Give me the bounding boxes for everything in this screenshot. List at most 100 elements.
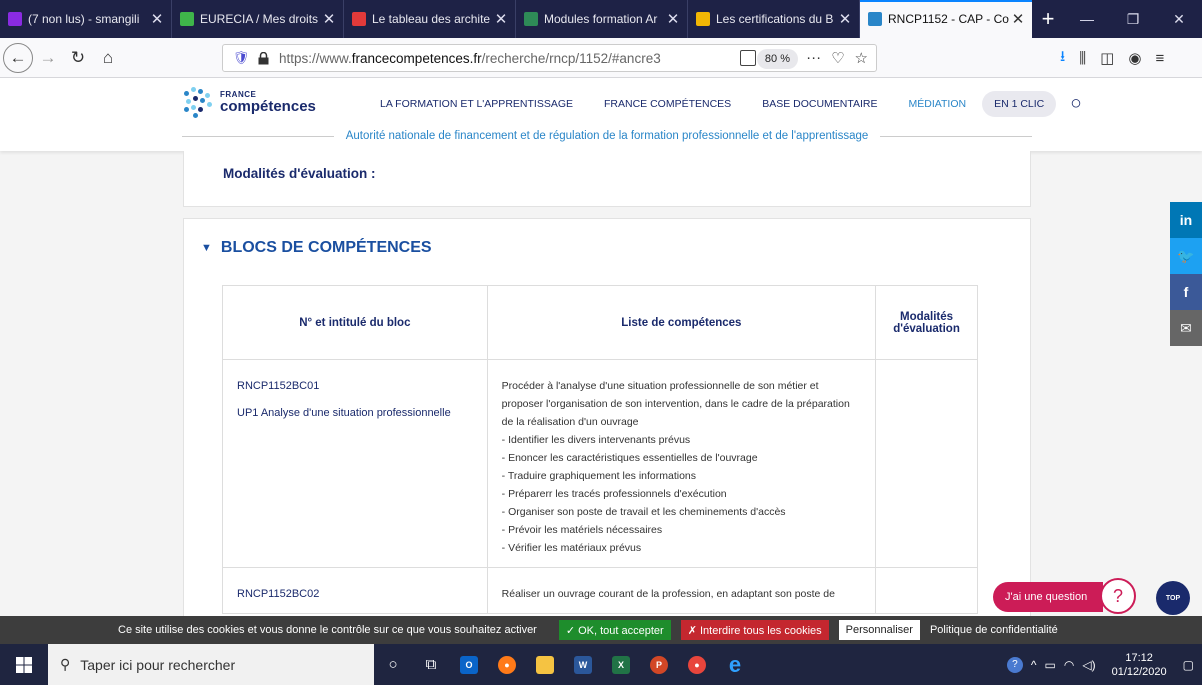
nav-formation[interactable]: LA FORMATION ET L'APPRENTISSAGE — [380, 98, 573, 110]
question-mark-icon[interactable]: ? — [1100, 578, 1136, 614]
lock-icon[interactable] — [255, 50, 271, 66]
twitter-icon[interactable]: 🐦 — [1170, 238, 1202, 274]
question-button[interactable]: J'ai une question — [993, 582, 1103, 612]
nav-france-competences[interactable]: FRANCE COMPÉTENCES — [604, 98, 731, 110]
library-icon[interactable]: ⫼ — [1079, 50, 1086, 67]
blocs-heading: BLOCS DE COMPÉTENCES — [220, 239, 432, 256]
linkedin-icon[interactable]: in — [1170, 202, 1202, 238]
minimize-icon[interactable]: — — [1064, 0, 1110, 38]
forward-button[interactable]: → — [33, 43, 63, 73]
taskbar-search[interactable]: ⚲ Taper ici pour rechercher — [48, 644, 374, 685]
download-icon[interactable]: ⭳ — [1060, 46, 1065, 71]
bloc-code: RNCP1152BC02 — [237, 588, 320, 600]
restore-icon[interactable]: ❐ — [1110, 0, 1156, 38]
blocs-card: ▼ BLOCS DE COMPÉTENCES N° et intitulé du… — [183, 218, 1031, 616]
windows-taskbar: ⚲ Taper ici pour rechercher ○ ⧉ O ● W X … — [0, 644, 1202, 685]
menu-icon[interactable]: ≡ — [1155, 50, 1164, 67]
url-actions: ··· ♡ ☆ — [806, 49, 868, 67]
browser-tab[interactable]: RNCP1152 - CAP - Co ✕ — [860, 0, 1032, 38]
task-view-icon[interactable]: ⧉ — [412, 644, 450, 685]
sidebar-icon[interactable]: ◫ — [1100, 49, 1114, 67]
cortana-icon[interactable]: ○ — [374, 644, 412, 685]
chrome-icon[interactable]: ● — [678, 644, 716, 685]
nav-mediation[interactable]: MÉDIATION — [909, 98, 967, 110]
window-controls: — ❐ ✕ — [1064, 0, 1202, 38]
browser-tab[interactable]: Modules formation Ar ✕ — [516, 0, 688, 38]
powerpoint-icon[interactable]: P — [640, 644, 678, 685]
list-item: - Enoncer les caractéristiques essentiel… — [501, 452, 758, 464]
en-1-clic-button[interactable]: EN 1 CLIC — [982, 91, 1057, 117]
url-bar[interactable]: 🛡 https://www.francecompetences.fr/reche… — [222, 44, 877, 72]
pocket-icon[interactable]: ♡ — [831, 49, 844, 67]
more-actions-icon[interactable]: ··· — [806, 49, 821, 67]
site-header: FRANCE compétences LA FORMATION ET L'APP… — [0, 79, 1202, 151]
close-tab-icon[interactable]: ✕ — [149, 10, 165, 28]
close-window-icon[interactable]: ✕ — [1156, 0, 1202, 38]
navigation-bar: ← → ↻ ⌂ 🛡 https://www.francecompetences.… — [0, 38, 1202, 78]
competences-cell: Procéder à l'analyse d'une situation pro… — [486, 359, 877, 568]
browser-tab[interactable]: (7 non lus) - smangili ✕ — [0, 0, 172, 38]
close-tab-icon[interactable]: ✕ — [321, 10, 337, 28]
firefox-icon[interactable]: ● — [488, 644, 526, 685]
browser-tab[interactable]: Les certifications du B ✕ — [688, 0, 860, 38]
tab-title: EURECIA / Mes droits — [200, 12, 319, 26]
col-header-bloc: N° et intitulé du bloc — [222, 285, 488, 360]
blocs-table: N° et intitulé du bloc Liste de compéten… — [222, 285, 978, 614]
browser-tab[interactable]: EURECIA / Mes droits ✕ — [172, 0, 344, 38]
wifi-icon[interactable]: ◠ — [1064, 658, 1074, 672]
search-icon[interactable]: ○ — [1070, 93, 1081, 115]
close-tab-icon[interactable]: ✕ — [1010, 10, 1026, 28]
browser-tab[interactable]: Le tableau des archite ✕ — [344, 0, 516, 38]
list-item: - Préparerr les tracés professionnels d'… — [501, 488, 727, 500]
home-button[interactable]: ⌂ — [93, 43, 123, 73]
blocs-toggle[interactable]: ▼ BLOCS DE COMPÉTENCES — [201, 239, 432, 257]
zoom-level[interactable]: 80 % — [756, 49, 798, 69]
bookmark-star-icon[interactable]: ☆ — [855, 49, 868, 67]
outlook-icon[interactable]: O — [450, 644, 488, 685]
nav-base-documentaire[interactable]: BASE DOCUMENTAIRE — [762, 98, 877, 110]
back-button[interactable]: ← — [3, 42, 33, 73]
notification-icon[interactable]: ▢ — [1183, 658, 1194, 672]
battery-icon[interactable]: ▭ — [1045, 658, 1056, 672]
bloc-cell: RNCP1152BC01 UP1 Analyse d'une situation… — [222, 359, 488, 568]
new-tab-button[interactable]: + — [1032, 0, 1064, 38]
col-header-competences: Liste de compétences — [486, 285, 877, 360]
word-icon[interactable]: W — [564, 644, 602, 685]
personalize-cookies-button[interactable]: Personnaliser — [838, 620, 920, 640]
cookie-banner: Ce site utilise des cookies et vous donn… — [0, 616, 1202, 644]
tab-favicon-icon — [8, 12, 22, 26]
close-tab-icon[interactable]: ✕ — [493, 10, 509, 28]
url-text: https://www.francecompetences.fr/recherc… — [279, 50, 661, 66]
logo-dots-icon — [182, 85, 216, 119]
close-tab-icon[interactable]: ✕ — [837, 10, 853, 28]
back-to-top-button[interactable]: TOP — [1156, 581, 1190, 615]
clock[interactable]: 17:12 01/12/2020 — [1112, 651, 1167, 679]
account-icon[interactable]: ◉ — [1128, 49, 1141, 67]
reload-button[interactable]: ↻ — [63, 43, 93, 73]
excel-icon[interactable]: X — [602, 644, 640, 685]
shield-icon[interactable]: 🛡 — [233, 50, 250, 66]
tab-title: RNCP1152 - CAP - Co — [888, 12, 1009, 26]
deny-cookies-button[interactable]: ✗ Interdire tous les cookies — [680, 620, 829, 640]
reader-view-icon[interactable] — [740, 50, 756, 66]
modalites-cell — [875, 359, 978, 568]
edge-icon[interactable]: e — [716, 644, 754, 685]
tab-strip: (7 non lus) - smangili ✕ EURECIA / Mes dro… — [0, 0, 1202, 38]
chevron-up-icon[interactable]: ^ — [1031, 658, 1037, 672]
facebook-icon[interactable]: f — [1170, 274, 1202, 310]
help-icon[interactable]: ? — [1006, 656, 1023, 673]
competences-intro: Réaliser un ouvrage courant de la profes… — [501, 588, 835, 600]
toolbar-right: ⭳ ⫼ ◫ ◉ ≡ — [1060, 38, 1164, 78]
modalites-card: Modalités d'évaluation : — [183, 151, 1031, 207]
tab-favicon-icon — [352, 12, 366, 26]
france-competences-logo[interactable]: FRANCE compétences — [182, 85, 316, 119]
accept-cookies-button[interactable]: ✓ OK, tout accepter — [558, 620, 671, 640]
close-tab-icon[interactable]: ✕ — [665, 10, 681, 28]
privacy-policy-link[interactable]: Politique de confidentialité — [930, 624, 1058, 636]
mail-icon[interactable]: ✉ — [1170, 310, 1202, 346]
file-explorer-icon[interactable] — [526, 644, 564, 685]
clock-time: 17:12 — [1125, 651, 1153, 664]
page-content: FRANCE compétences LA FORMATION ET L'APP… — [0, 79, 1202, 616]
volume-icon[interactable]: ◁) — [1082, 658, 1095, 672]
windows-start-icon[interactable] — [0, 656, 48, 673]
